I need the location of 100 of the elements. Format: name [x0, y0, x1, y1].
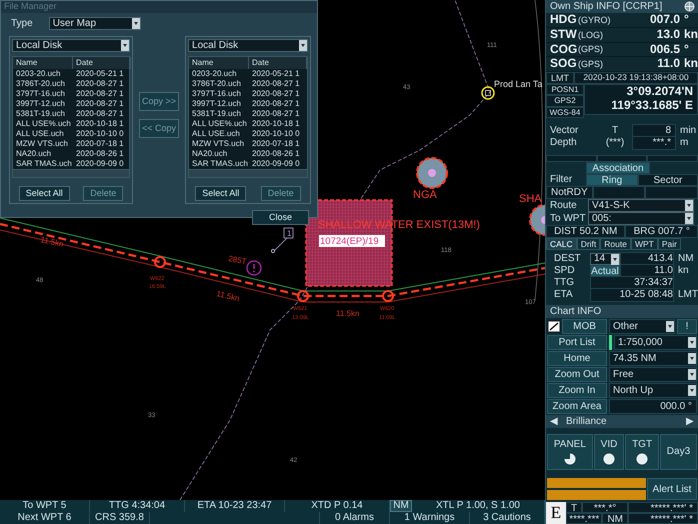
destination-dropdown[interactable]: 14	[590, 253, 620, 265]
chart-button[interactable]: Zoom Area	[547, 399, 607, 414]
depth-value: ***.*	[632, 136, 676, 150]
file-date[interactable]: 2020-07-18 1	[249, 139, 300, 149]
panel-tab[interactable]: WPT	[630, 238, 658, 250]
filter-option[interactable]: Ring	[586, 174, 638, 186]
file-name[interactable]: 3997T-12.uch	[13, 99, 73, 109]
file-name[interactable]: NA20.uch	[13, 149, 73, 159]
file-date[interactable]: 2020-10-10 0	[249, 129, 300, 139]
brilliance-right-arrow[interactable]: ▶	[686, 415, 698, 428]
panel-tab[interactable]: CALC	[546, 238, 577, 250]
chart-button[interactable]: Home	[547, 351, 607, 366]
column-header[interactable]: Name	[189, 57, 250, 69]
file-date[interactable]: 2020-08-27 1	[249, 109, 300, 119]
type-dropdown[interactable]: User Map	[48, 17, 141, 30]
brilliance-label: Brilliance	[565, 415, 608, 428]
file-date[interactable]: 2020-09-09 0	[249, 159, 300, 169]
status-text: ETA 10-23 23:47	[185, 500, 285, 512]
filter-label: Filter	[549, 174, 574, 186]
file-name[interactable]: 3786T-20.uch	[189, 79, 250, 89]
file-name[interactable]: 3786T-20.uch	[13, 79, 73, 89]
file-date[interactable]: 2020-08-27 1	[249, 89, 300, 99]
reading-name: STW	[549, 28, 578, 42]
alert-mark-button[interactable]: !	[677, 319, 697, 334]
column-header[interactable]: Date	[73, 57, 131, 69]
section-title: Chart INFO	[546, 305, 698, 318]
file-name[interactable]: ALL USE%.uch	[13, 119, 73, 129]
horizontal-scrollbar[interactable]	[189, 169, 308, 177]
chart-button[interactable]: Zoom In	[547, 383, 607, 398]
chart-dropdown[interactable]: North Up	[609, 383, 697, 398]
horizontal-scrollbar[interactable]	[13, 169, 129, 177]
vector-mode: T	[610, 125, 620, 137]
chart-button[interactable]: Zoom Out	[547, 367, 607, 382]
target-icon	[481, 86, 495, 100]
select-all-button[interactable]: Select All	[18, 186, 70, 201]
mob-button[interactable]: MOB	[562, 319, 607, 334]
panel-tab[interactable]: Drift	[576, 238, 600, 250]
display-button[interactable]: VID	[594, 434, 624, 470]
file-date[interactable]: 2020-05-21 1	[73, 69, 124, 79]
file-date[interactable]: 2020-10-18 1	[73, 119, 124, 129]
chart-button[interactable]: Port List	[547, 335, 607, 350]
file-date[interactable]: 2020-08-27 1	[73, 99, 124, 109]
chart-dropdown[interactable]: 74.35 NM	[609, 351, 697, 366]
file-name[interactable]: 0203-20.uch	[189, 69, 250, 79]
file-date[interactable]: 2020-10-18 1	[249, 119, 300, 129]
file-date[interactable]: 2020-08-26 1	[249, 149, 300, 159]
select-all-button[interactable]: Select All	[195, 186, 246, 201]
blank-cell	[645, 186, 698, 199]
file-name[interactable]: 0203-20.uch	[13, 69, 73, 79]
file-name[interactable]: ALL USE.uch	[189, 129, 250, 139]
column-header[interactable]: Name	[13, 57, 73, 69]
source-dropdown[interactable]: Local Disk	[188, 39, 308, 52]
column-header[interactable]: Date	[249, 57, 308, 69]
file-date[interactable]: 2020-08-27 1	[73, 79, 124, 89]
file-date[interactable]: 2020-07-18 1	[73, 139, 124, 149]
waypoint-dropdown[interactable]: 005:	[588, 212, 694, 225]
file-date[interactable]: 2020-08-26 1	[73, 149, 124, 159]
unit-toggle[interactable]: NM	[390, 500, 412, 512]
globe-icon[interactable]	[684, 1, 695, 12]
chart-dropdown[interactable]: Free	[609, 367, 697, 382]
distance-readout: DIST 50.2 NM	[546, 225, 626, 238]
file-date[interactable]: 2020-08-27 1	[73, 89, 124, 99]
brilliance-left-arrow[interactable]: ◀	[550, 415, 558, 428]
file-name[interactable]: 3997T-12.uch	[189, 99, 250, 109]
alert-list-button[interactable]: Alert List	[647, 478, 697, 500]
close-button[interactable]: Close	[252, 210, 309, 225]
file-name[interactable]: SAR TMAS.uch	[13, 159, 73, 169]
field-label: To WPT	[549, 212, 587, 224]
file-date[interactable]: 2020-08-27 1	[249, 99, 300, 109]
file-name[interactable]: MZW VTS.uch	[13, 139, 73, 149]
file-date[interactable]: 2020-09-09 0	[73, 159, 124, 169]
file-name[interactable]: SAR TMAS.uch	[189, 159, 250, 169]
display-button[interactable]: PANEL	[547, 434, 593, 470]
speed-mode-button[interactable]: Actual	[590, 265, 620, 277]
filter-option[interactable]: Association	[586, 162, 650, 174]
file-date[interactable]: 2020-08-27 1	[73, 109, 124, 119]
file-date[interactable]: 2020-05-21 1	[249, 69, 300, 79]
filter-option[interactable]: Sector	[638, 174, 698, 186]
file-name[interactable]: 5381T-19.uch	[13, 109, 73, 119]
file-name[interactable]: 5381T-19.uch	[189, 109, 250, 119]
day-mode-button[interactable]: Day3	[660, 434, 698, 470]
panel-tab[interactable]: Route	[600, 238, 631, 250]
file-name[interactable]: ALL USE.uch	[13, 129, 73, 139]
panel-tab[interactable]: Pair	[658, 238, 681, 250]
file-date[interactable]: 2020-10-10 0	[73, 129, 124, 139]
file-name[interactable]: ALL USE%.uch	[189, 119, 250, 129]
file-date[interactable]: 2020-08-27 1	[249, 79, 300, 89]
file-name[interactable]: NA20.uch	[189, 149, 250, 159]
event-mark: 1	[284, 228, 294, 238]
slash-box-icon[interactable]	[547, 319, 561, 334]
route-dropdown[interactable]: V41-S-K	[588, 199, 694, 212]
file-name[interactable]: 3797T-16.uch	[189, 89, 250, 99]
reading-source: (GPS)	[578, 59, 604, 70]
chart-dropdown[interactable]: 1:750,000	[614, 335, 697, 350]
file-name[interactable]: MZW VTS.uch	[189, 139, 250, 149]
bearing-label: T	[566, 502, 582, 513]
file-name[interactable]: 3797T-16.uch	[13, 89, 73, 99]
source-dropdown[interactable]: Local Disk	[12, 39, 130, 52]
chart-dropdown[interactable]: Other	[609, 319, 675, 334]
display-button[interactable]: TGT	[625, 434, 659, 470]
